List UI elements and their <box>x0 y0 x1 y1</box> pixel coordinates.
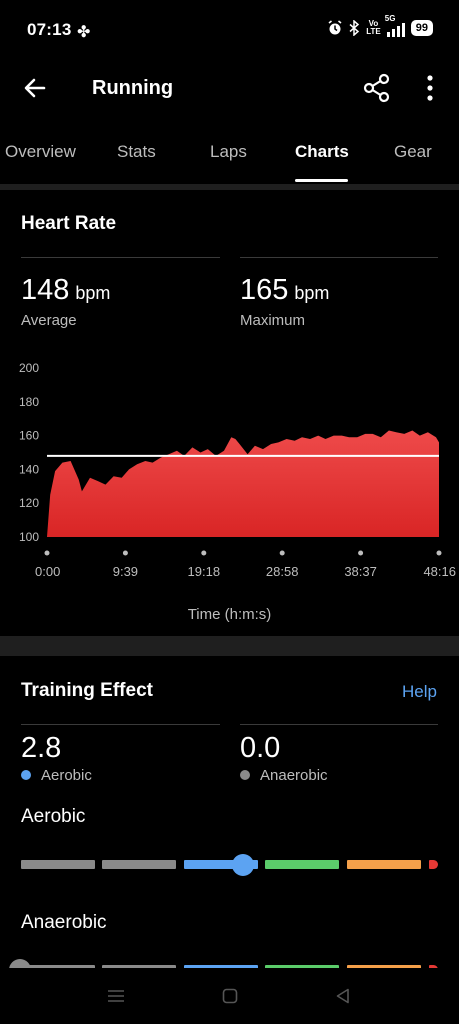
recents-icon[interactable] <box>106 988 126 1004</box>
scale-knob <box>232 853 255 876</box>
app-bar: Running <box>0 60 459 116</box>
section-divider <box>0 636 459 656</box>
x-tick-dot <box>122 550 128 556</box>
back-icon[interactable] <box>334 987 352 1005</box>
aerobic-section-label: Aerobic <box>21 806 86 827</box>
tab-overview[interactable]: Overview <box>5 142 76 162</box>
average-hr-value: 148 bpm <box>21 274 110 307</box>
volte-bottom: LTE <box>366 27 381 36</box>
max-hr-value: 165 bpm <box>240 274 329 307</box>
tab-gear[interactable]: Gear <box>394 142 432 162</box>
anaerobic-legend-label: Anaerobic <box>260 767 328 784</box>
tab-charts[interactable]: Charts <box>295 142 349 162</box>
fan-icon: ✤ <box>77 24 91 41</box>
heart-rate-chart: 200 180 160 140 120 100 0:00 9:39 19:18 28:58 38:3… <box>19 361 456 579</box>
x-tick-label: 38:37 <box>344 564 377 579</box>
tab-laps[interactable]: Laps <box>210 142 247 162</box>
y-tick-label: 100 <box>19 530 39 544</box>
average-hr-number: 148 <box>21 274 70 306</box>
heart-rate-area <box>47 430 439 537</box>
status-bar: 07:13 ✤ Vo LTE 5G 99 <box>0 0 459 60</box>
max-hr-unit: bpm <box>294 283 330 303</box>
page-title: Running <box>92 77 174 99</box>
x-tick-dot <box>44 550 50 556</box>
x-tick-dot <box>436 550 442 556</box>
x-tick-dot <box>279 550 285 556</box>
scale-segment <box>347 860 421 869</box>
scale-segment <box>102 860 176 869</box>
aerobic-dot-icon <box>21 770 31 780</box>
y-tick-label: 180 <box>19 395 39 409</box>
divider <box>21 724 220 725</box>
aerobic-legend-label: Aerobic <box>41 767 92 784</box>
x-tick-dot <box>358 550 364 556</box>
volte-indicator: Vo LTE <box>366 20 381 36</box>
y-tick-label: 160 <box>19 429 39 443</box>
scale-segment <box>429 860 438 869</box>
more-vert-icon[interactable] <box>418 72 442 104</box>
anaerobic-legend: Anaerobic <box>240 767 328 784</box>
divider <box>240 724 438 725</box>
heart-rate-title: Heart Rate <box>21 213 117 234</box>
back-arrow-icon[interactable] <box>20 73 50 103</box>
x-tick-label: 19:18 <box>188 564 221 579</box>
section-divider <box>0 184 459 190</box>
scale-segment <box>265 860 339 869</box>
tab-bar: Overview Stats Laps Charts Gear <box>0 128 459 184</box>
x-tick-label: 9:39 <box>113 564 138 579</box>
aerobic-value: 2.8 <box>21 732 62 764</box>
share-icon[interactable] <box>362 72 392 104</box>
x-axis-title: Time (h:m:s) <box>187 606 272 623</box>
help-link[interactable]: Help <box>402 682 437 702</box>
average-label: Average <box>21 312 77 329</box>
tab-stats[interactable]: Stats <box>117 142 156 162</box>
x-tick-dot <box>201 550 207 556</box>
network-type: 5G <box>384 14 396 23</box>
anaerobic-section-label: Anaerobic <box>21 912 107 933</box>
maximum-label: Maximum <box>240 312 306 329</box>
system-nav-bar <box>0 968 459 1024</box>
divider <box>240 257 438 258</box>
anaerobic-value: 0.0 <box>240 732 281 764</box>
y-tick-label: 200 <box>19 361 39 375</box>
signal-icon: 5G <box>385 15 405 37</box>
x-tick-label: 0:00 <box>35 564 60 579</box>
anaerobic-dot-icon <box>240 770 250 780</box>
x-tick-label: 48:16 <box>423 564 456 579</box>
y-tick-label: 140 <box>19 462 39 476</box>
average-hr-unit: bpm <box>75 283 111 303</box>
active-tab-indicator <box>295 179 348 182</box>
y-tick-label: 120 <box>19 496 39 510</box>
battery-icon: 99 <box>410 20 433 36</box>
scale-segment <box>21 860 95 869</box>
aerobic-legend: Aerobic <box>21 767 92 784</box>
max-hr-number: 165 <box>240 274 289 306</box>
x-tick-label: 28:58 <box>266 564 299 579</box>
alarm-icon <box>328 20 342 35</box>
bluetooth-icon <box>349 20 360 36</box>
divider <box>21 257 220 258</box>
status-icons: Vo LTE 5G 99 <box>327 15 433 37</box>
home-icon[interactable] <box>221 987 239 1005</box>
training-effect-title: Training Effect <box>21 680 153 701</box>
status-time: 07:13 <box>27 20 72 39</box>
